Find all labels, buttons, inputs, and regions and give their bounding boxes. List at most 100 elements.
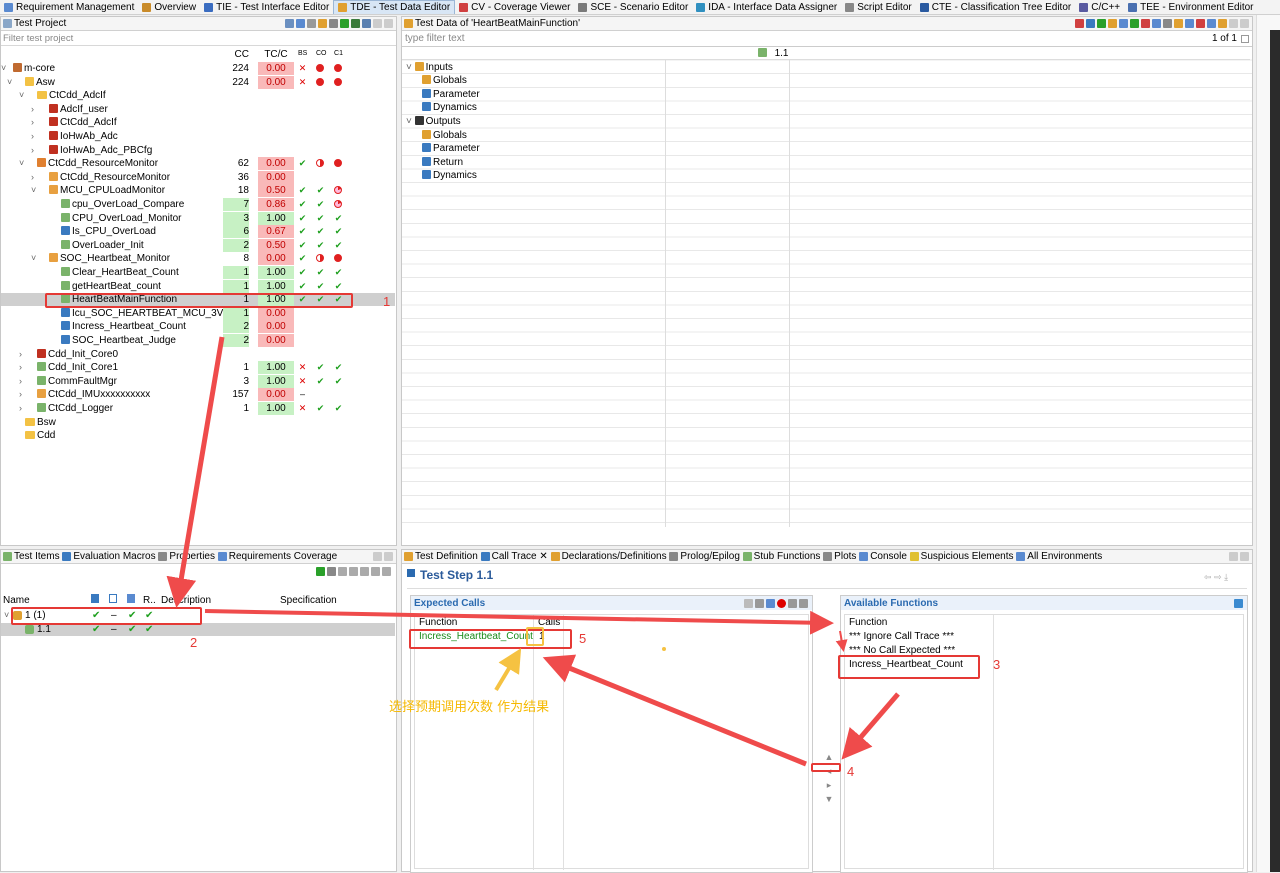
minimize-icon[interactable] <box>1229 552 1238 561</box>
expand-icon[interactable]: › <box>19 375 22 388</box>
menu-icon[interactable] <box>329 19 338 28</box>
toolbar-icon[interactable] <box>1163 19 1172 28</box>
test-data-filter-input[interactable]: type filter text <box>405 33 1212 44</box>
tree-row[interactable]: ˅ SOC_Heartbeat_Monitor 8 0.00 ✔ <box>1 252 395 266</box>
expand-icon[interactable]: ˅ <box>7 76 12 89</box>
tree-row[interactable]: getHeartBeat_count 1 1.00 ✔ ✔ ✔ <box>1 279 395 293</box>
expand-icon[interactable]: ˅ <box>19 89 24 102</box>
tab-prolog-epilog[interactable]: Prolog/Epilog <box>680 551 739 562</box>
tab-ida[interactable]: IDA - Interface Data Assigner <box>692 0 841 14</box>
run-icon[interactable] <box>316 566 325 576</box>
toolbar-icon[interactable] <box>1075 19 1084 28</box>
test-data-row[interactable]: Parameter <box>422 88 480 101</box>
tab-all-environments[interactable]: All Environments <box>1027 551 1102 562</box>
toolbar-icon[interactable] <box>1174 19 1183 28</box>
toolbar-icon[interactable] <box>744 598 753 608</box>
tree-row[interactable]: › CommFaultMgr 3 1.00 ✕ ✔ ✔ <box>1 374 395 388</box>
toolbar-icon[interactable] <box>1086 19 1095 28</box>
tree-row[interactable]: Incress_Heartbeat_Count 2 0.00 <box>1 320 395 334</box>
tab-cv[interactable]: CV - Coverage Viewer <box>455 0 574 14</box>
minimize-icon[interactable] <box>1229 19 1238 28</box>
expand-icon[interactable]: ˅ <box>31 252 36 265</box>
toolbar-icon[interactable] <box>360 566 369 576</box>
toolbar-icon[interactable] <box>1207 19 1216 28</box>
tree-row[interactable]: › CtCdd_AdcIf <box>1 116 395 129</box>
minimize-icon[interactable] <box>373 552 382 561</box>
tree-row[interactable]: › CtCdd_ResourceMonitor 36 0.00 <box>1 170 395 184</box>
tab-console[interactable]: Console <box>870 551 907 562</box>
tree-row[interactable]: Clear_HeartBeat_Count 1 1.00 ✔ ✔ ✔ <box>1 266 395 279</box>
test-data-row[interactable]: Parameter <box>422 143 480 155</box>
available-function-item[interactable]: *** Ignore Call Trace *** <box>849 631 954 642</box>
tab-plots[interactable]: Plots <box>834 551 856 562</box>
tree-row[interactable]: ˅ CtCdd_ResourceMonitor 62 0.00 ✔ <box>1 157 395 171</box>
expand-icon[interactable]: ˅ <box>31 184 36 197</box>
expand-icon[interactable]: › <box>31 103 34 116</box>
test-data-row[interactable]: Globals <box>422 75 467 87</box>
tab-declarations[interactable]: Declarations/Definitions <box>562 551 667 562</box>
minimize-icon[interactable] <box>373 19 382 28</box>
tab-script-editor[interactable]: Script Editor <box>841 0 915 14</box>
test-data-row[interactable]: Dynamics <box>422 170 477 182</box>
toolbar-icon[interactable] <box>788 598 797 608</box>
run-icon[interactable] <box>340 19 349 28</box>
toolbar-icon[interactable] <box>766 598 775 608</box>
tree-row[interactable]: Bsw <box>1 416 395 429</box>
tree-row[interactable]: › IoHwAb_Adc_PBCfg <box>1 144 395 157</box>
expand-icon[interactable]: › <box>19 388 22 401</box>
tab-requirement-management[interactable]: Requirement Management <box>0 0 138 14</box>
toolbar-icon[interactable] <box>799 598 808 608</box>
toolbar-icon[interactable] <box>1218 19 1227 28</box>
tab-stub-functions[interactable]: Stub Functions <box>754 551 821 562</box>
delete-icon[interactable] <box>777 598 786 608</box>
test-data-row[interactable]: ˅ Outputs <box>406 116 461 128</box>
tree-row[interactable]: ˅ CtCdd_AdcIf <box>1 89 395 102</box>
tree-row[interactable]: SOC_Heartbeat_Judge 2 0.00 <box>1 334 395 347</box>
test-data-row[interactable]: ˅ Inputs <box>406 61 453 74</box>
run-all-icon[interactable] <box>351 19 360 28</box>
toolbar-icon[interactable] <box>1185 19 1194 28</box>
tab-cte[interactable]: CTE - Classification Tree Editor <box>916 0 1076 14</box>
toolbar-icon[interactable] <box>1108 19 1117 28</box>
test-data-row[interactable]: Globals <box>422 129 467 142</box>
page-spinner-icon[interactable] <box>1241 34 1249 43</box>
toolbar-icon[interactable] <box>349 566 358 576</box>
tab-test-items[interactable]: Test Items <box>14 551 60 562</box>
toolbar-icon[interactable] <box>327 566 336 576</box>
tree-row[interactable]: Is_CPU_OverLoad 6 0.67 ✔ ✔ ✔ <box>1 225 395 239</box>
tab-properties[interactable]: Properties <box>169 551 215 562</box>
toolbar-icon[interactable] <box>1130 19 1139 28</box>
tree-row[interactable]: ˅ m-core 224 0.00 ✕ <box>1 62 395 75</box>
tree-row[interactable]: › Cdd_Init_Core0 <box>1 348 395 361</box>
tree-row[interactable]: Cdd <box>1 429 395 442</box>
tab-tde[interactable]: TDE - Test Data Editor <box>333 0 456 14</box>
toolbar-icon[interactable] <box>755 598 764 608</box>
maximize-icon[interactable] <box>384 19 393 28</box>
toolbar-icon[interactable] <box>1196 19 1205 28</box>
tree-row[interactable]: › IoHwAb_Adc <box>1 130 395 143</box>
tab-suspicious-elements[interactable]: Suspicious Elements <box>921 551 1014 562</box>
tab-sce[interactable]: SCE - Scenario Editor <box>574 0 692 14</box>
tree-row[interactable]: OverLoader_Init 2 0.50 ✔ ✔ ✔ <box>1 238 395 252</box>
toolbar-icon[interactable] <box>338 566 347 576</box>
filter-icon[interactable] <box>1234 598 1243 608</box>
view-menu-icon[interactable] <box>307 19 316 28</box>
tree-row[interactable]: cpu_OverLoad_Compare 7 0.86 ✔ ✔ <box>1 198 395 211</box>
toolbar-icon[interactable] <box>1097 19 1106 28</box>
expand-icon[interactable]: ˅ <box>406 116 415 127</box>
move-right-icon[interactable]: ▸ <box>822 778 836 792</box>
filter-icon[interactable] <box>318 19 327 28</box>
move-bottom-icon[interactable]: ▼ <box>822 792 836 806</box>
tab-overview[interactable]: Overview <box>138 0 200 14</box>
tab-tie[interactable]: TIE - Test Interface Editor <box>200 0 333 14</box>
toolbar-icon[interactable] <box>1141 19 1150 28</box>
tree-row[interactable]: Icu_SOC_HEARTBEAT_MCU_3V3_Ne 1 0.00 <box>1 306 395 320</box>
expand-icon[interactable]: ˅ <box>406 62 415 73</box>
nav-arrows-icon[interactable]: ⇦ ⇨ ⤓ <box>1204 572 1228 583</box>
tree-row[interactable]: › CtCdd_Logger 1 1.00 ✕ ✔ ✔ <box>1 402 395 415</box>
toolbar-icon[interactable] <box>1152 19 1161 28</box>
tab-requirements-coverage[interactable]: Requirements Coverage <box>229 551 337 562</box>
tree-row[interactable]: CPU_OverLoad_Monitor 3 1.00 ✔ ✔ ✔ <box>1 211 395 225</box>
expand-icon[interactable]: › <box>31 116 34 129</box>
tab-evaluation-macros[interactable]: Evaluation Macros <box>73 551 155 562</box>
